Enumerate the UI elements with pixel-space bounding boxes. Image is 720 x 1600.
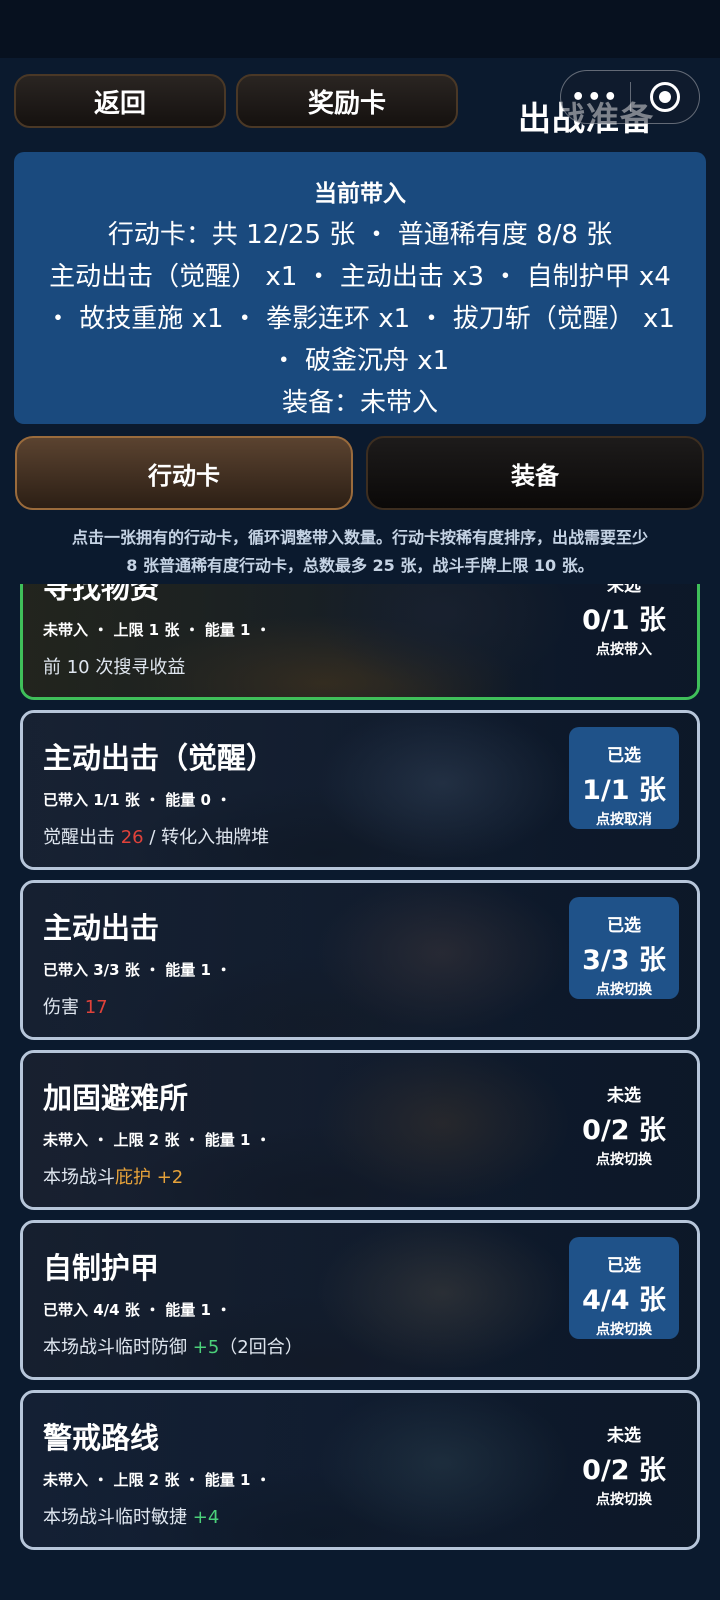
card-effect-value: 庇护 +2 [115, 1167, 184, 1188]
card-name: 自制护甲 [43, 1251, 160, 1285]
summary-title: 当前带入 [314, 181, 406, 207]
card-meta: 未带入 ・ 上限 2 张 ・ 能量 1 ・ [43, 1131, 271, 1149]
state-hint: 点按切换 [596, 1322, 652, 1338]
instruction-line: 8 张普通稀有度行动卡，总数最多 25 张，战斗手牌上限 10 张。 [126, 556, 594, 575]
card-description: 本场战斗临时敏捷 +4 [43, 1503, 219, 1529]
card-meta: 未带入 ・ 上限 2 张 ・ 能量 1 ・ [43, 1471, 271, 1489]
tab-equipment[interactable]: 装备 [366, 436, 704, 510]
card-select-toggle[interactable]: 已选 4/4 张点按切换 [569, 1237, 679, 1339]
card-select-toggle[interactable]: 已选 1/1 张点按取消 [569, 727, 679, 829]
state-count: 0/2 张 [582, 1115, 666, 1146]
action-card[interactable]: 寻找物资未带入 ・ 上限 1 张 ・ 能量 1 ・前 10 次搜寻收益 未选 0/1… [20, 584, 700, 700]
state-hint: 点按切换 [596, 1492, 652, 1508]
card-description: 本场战斗临时防御 +5（2回合） [43, 1333, 303, 1359]
state-label: 已选 [607, 1256, 641, 1276]
card-name: 寻找物资 [43, 584, 160, 605]
card-meta: 已带入 1/1 张 ・ 能量 0 ・ [43, 791, 232, 809]
card-effect-value: +4 [192, 1507, 220, 1528]
tab-action-cards[interactable]: 行动卡 [15, 436, 353, 510]
instruction-text: 点击一张拥有的行动卡，循环调整带入数量。行动卡按稀有度排序，出战需要至少 8 张… [14, 524, 706, 580]
card-description-text: 本场战斗临时防御 [43, 1337, 193, 1358]
state-count: 0/2 张 [582, 1455, 666, 1486]
card-description-suffix: / 转化入抽牌堆 [143, 827, 270, 848]
more-icon[interactable]: ••• [561, 85, 630, 110]
card-name: 主动出击（觉醒） [43, 741, 276, 775]
card-effect-value: 17 [84, 997, 108, 1018]
state-count: 4/4 张 [582, 1285, 666, 1316]
card-description: 伤害 17 [43, 993, 108, 1019]
state-count: 1/1 张 [582, 775, 666, 806]
state-hint: 点按切换 [596, 982, 652, 998]
state-label: 已选 [607, 746, 641, 766]
card-description: 本场战斗庇护 +2 [43, 1163, 183, 1189]
state-count: 3/3 张 [582, 945, 666, 976]
card-effect-value: +5 [192, 1337, 220, 1358]
card-select-toggle[interactable]: 未选 0/2 张点按切换 [569, 1407, 679, 1509]
card-description-suffix: （2回合） [219, 1337, 303, 1358]
card-meta: 已带入 4/4 张 ・ 能量 1 ・ [43, 1301, 232, 1319]
card-select-toggle[interactable]: 已选 3/3 张点按切换 [569, 897, 679, 999]
state-label: 未选 [607, 584, 641, 596]
state-hint: 点按切换 [596, 1152, 652, 1168]
action-card[interactable]: 自制护甲 已带入 4/4 张 ・ 能量 1 ・本场战斗临时防御 +5（2回合） 已选… [20, 1220, 700, 1380]
card-list[interactable]: 寻找物资 未带入 ・ 上限 1 张 ・ 能量 1 ・前 10 次搜寻收益 未选 0/1… [0, 584, 720, 1600]
action-card[interactable]: 加固避难所 未带入 ・ 上限 2 张 ・ 能量 1 ・本场战斗庇护 +2 未选 0/2… [20, 1050, 700, 1210]
card-description-text: 觉醒出击 [43, 827, 121, 848]
state-label: 已选 [607, 916, 641, 936]
card-description-text: 伤害 [43, 997, 85, 1018]
instruction-line: 点击一张拥有的行动卡，循环调整带入数量。行动卡按稀有度排序，出战需要至少 [71, 528, 648, 547]
card-select-toggle[interactable]: 未选 0/2 张点按切换 [569, 1067, 679, 1169]
card-meta: 未带入 ・ 上限 1 张 ・ 能量 1 ・ [43, 621, 271, 639]
card-name: 主动出击 [43, 911, 160, 945]
card-description: 前 10 次搜寻收益 [43, 653, 185, 679]
reward-cards-button[interactable]: 奖励卡 [236, 74, 458, 128]
card-description: 觉醒出击 26 / 转化入抽牌堆 [43, 823, 269, 849]
card-description-text: 本场战斗临时敏捷 [43, 1507, 193, 1528]
card-effect-value: 26 [120, 827, 144, 848]
loadout-summary: 当前带入 行动卡：共 12/25 张 ・ 普通稀有度 8/8 张 主动出击（觉醒… [14, 152, 706, 424]
action-card[interactable]: 警戒路线 未带入 ・ 上限 2 张 ・ 能量 1 ・本场战斗临时敏捷 +4 未选 0/… [20, 1390, 700, 1550]
action-card[interactable]: 主动出击 已带入 3/3 张 ・ 能量 1 ・伤害 17 已选 3/3 张点按切换 [20, 880, 700, 1040]
close-target-icon [649, 82, 680, 112]
card-description-text: 前 10 次搜寻收益 [43, 657, 186, 678]
status-bar [0, 0, 720, 58]
state-count: 0/1 张 [582, 605, 666, 636]
summary-cards-line: ・ 破釜沉舟 x1 [270, 346, 450, 376]
card-select-toggle[interactable]: 未选 0/1 张点按带入 [569, 584, 679, 659]
card-name: 警戒路线 [43, 1421, 160, 1455]
state-hint: 点按带入 [596, 642, 652, 658]
mini-program-capsule: ••• [560, 70, 700, 124]
back-button[interactable]: 返回 [14, 74, 226, 128]
card-description-text: 本场战斗 [43, 1167, 115, 1188]
summary-cards-line: ・ 故技重施 x1 ・ 拳影连环 x1 ・ 拔刀斩（觉醒） x1 [45, 304, 675, 334]
state-label: 未选 [607, 1086, 641, 1106]
summary-cards-line: 主动出击（觉醒） x1 ・ 主动出击 x3 ・ 自制护甲 x4 [49, 262, 671, 292]
state-label: 未选 [607, 1426, 641, 1446]
state-hint: 点按取消 [596, 812, 652, 828]
summary-equipment: 装备：未带入 [281, 388, 438, 418]
card-meta: 已带入 3/3 张 ・ 能量 1 ・ [43, 961, 232, 979]
action-card[interactable]: 主动出击（觉醒） 已带入 1/1 张 ・ 能量 0 ・觉醒出击 26 / 转化入抽… [20, 710, 700, 870]
card-name: 加固避难所 [43, 1081, 189, 1115]
summary-action-count: 行动卡：共 12/25 张 ・ 普通稀有度 8/8 张 [107, 220, 613, 250]
close-button[interactable] [631, 82, 700, 112]
